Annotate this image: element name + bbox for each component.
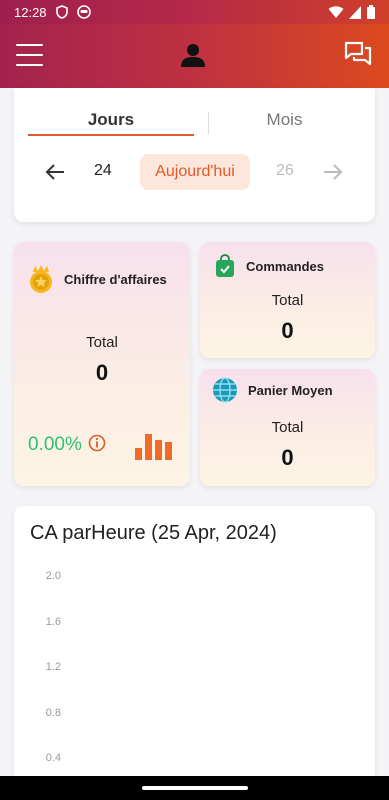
hamburger-icon[interactable]	[16, 44, 43, 66]
battery-icon	[367, 5, 375, 19]
panier-title: Panier Moyen	[248, 382, 333, 398]
panier-total-value: 0	[281, 445, 294, 470]
commandes-total-value: 0	[281, 318, 294, 343]
tab-mois[interactable]: Mois	[208, 108, 361, 136]
y-tick-label: 0.8	[45, 706, 61, 719]
chat-icon[interactable]	[344, 40, 372, 68]
next-day[interactable]: 26	[276, 162, 294, 180]
status-time: 12:28	[14, 4, 47, 20]
status-bar: 12:28	[0, 0, 389, 24]
bar-chart-icon	[135, 434, 172, 460]
user-icon[interactable]	[180, 42, 206, 68]
commandes-card[interactable]: Commandes Total 0	[200, 242, 375, 358]
wifi-icon	[328, 5, 344, 18]
y-tick-label: 1.2	[45, 661, 61, 673]
app-bar	[0, 24, 389, 88]
face-icon	[76, 5, 91, 19]
today-button[interactable]: Aujourd'hui	[140, 154, 250, 190]
y-tick-label: 1.6	[45, 615, 61, 628]
day-navigation: 24 Aujourd'hui 26	[14, 152, 375, 192]
shopping-bag-icon	[216, 254, 234, 277]
chiffre-affaires-card[interactable]: Chiffre d'affaires Total 0 0.00%	[14, 242, 190, 486]
chiffre-title: Chiffre d'affaires	[64, 271, 167, 287]
period-tabs: Jours Mois	[28, 108, 361, 136]
chiffre-total-value: 0	[95, 360, 109, 385]
date-selector-card: Jours Mois 24 Aujourd'hui 26	[14, 88, 375, 222]
panier-moyen-card[interactable]: Panier Moyen Total 0	[200, 369, 375, 486]
panier-total-label: Total	[271, 419, 304, 436]
globe-icon	[213, 377, 237, 403]
chiffre-total-label: Total	[86, 334, 118, 351]
ca-par-heure-chart: CA parHeure (25 Apr, 2024) 2.0 1.6 1.2 0.8 0…	[14, 506, 375, 800]
info-icon[interactable]	[88, 434, 106, 452]
commandes-title: Commandes	[246, 258, 325, 274]
coin-icon	[30, 265, 52, 293]
tab-jours[interactable]: Jours	[28, 108, 194, 136]
previous-day[interactable]: 24	[94, 162, 112, 180]
commandes-total-label: Total	[271, 292, 304, 309]
arrow-right-icon[interactable]	[322, 162, 344, 182]
signal-icon	[349, 5, 361, 19]
arrow-left-icon[interactable]	[44, 162, 66, 182]
system-nav-bar	[0, 776, 389, 800]
chiffre-percent: 0.00%	[28, 434, 82, 455]
shield-icon	[55, 5, 68, 19]
y-tick-label: 2.0	[45, 570, 61, 582]
y-tick-label: 0.4	[45, 752, 61, 764]
home-handle[interactable]	[142, 786, 248, 790]
chart-y-axis: 2.0 1.6 1.2 0.8 0.4	[14, 506, 74, 800]
